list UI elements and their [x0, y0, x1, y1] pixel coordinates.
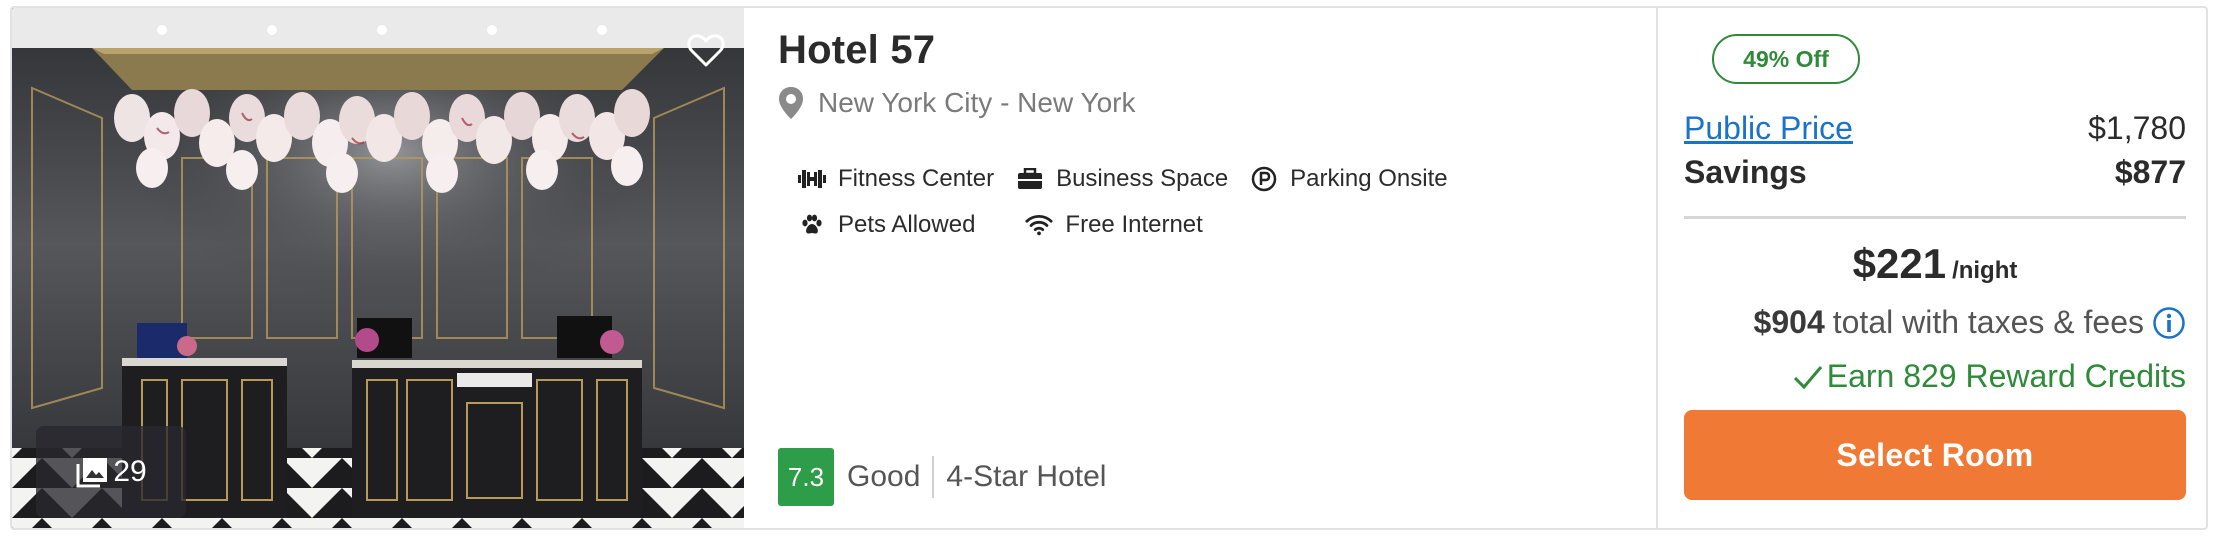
- checkmark-icon: [1793, 365, 1822, 389]
- public-price-link[interactable]: Public Price: [1684, 110, 1853, 147]
- per-night-label: /night: [1952, 257, 2018, 284]
- location-text: New York City - New York: [818, 87, 1136, 118]
- nightly-price: $221/night: [1684, 240, 2186, 288]
- paw-icon: [798, 211, 826, 239]
- amenity-label: Parking Onsite: [1290, 165, 1448, 192]
- reward-text: Earn 829 Reward Credits: [1826, 358, 2186, 394]
- star-class: 4-Star Hotel: [946, 460, 1107, 493]
- price-divider: [1684, 216, 2186, 219]
- savings-row: Savings $877: [1684, 154, 2186, 191]
- price-panel: 49% Off Public Price $1,780 Savings $877…: [1656, 8, 2206, 528]
- amenity-label: Business Space: [1056, 165, 1229, 192]
- hotel-photo[interactable]: 29: [12, 8, 744, 528]
- photos-icon: [76, 458, 108, 488]
- total-price: $904 total with taxes & fees: [1684, 304, 2186, 341]
- favorite-button[interactable]: [684, 28, 728, 72]
- amenity-parking-onsite: Parking Onsite: [1250, 165, 1448, 193]
- nightly-amount: $221: [1852, 240, 1947, 287]
- photo-count: 29: [113, 455, 147, 488]
- briefcase-icon: [1016, 165, 1044, 193]
- amenity-label: Fitness Center: [838, 165, 995, 192]
- amenity-free-internet: Free Internet: [1025, 211, 1203, 239]
- hotel-info: Hotel 57 New York City - New York Fitnes…: [744, 8, 1668, 528]
- parking-icon: [1250, 165, 1278, 193]
- amenity-label: Pets Allowed: [838, 211, 976, 238]
- amenity-pets-allowed: Pets Allowed: [798, 211, 975, 239]
- savings-value: $877: [2114, 154, 2186, 190]
- amenity-label: Free Internet: [1065, 211, 1203, 238]
- hotel-name[interactable]: Hotel 57: [778, 28, 935, 73]
- photo-gallery-button[interactable]: 29: [36, 426, 186, 518]
- hotel-rating: 7.3 Good 4-Star Hotel: [778, 448, 1106, 506]
- info-icon[interactable]: [2152, 306, 2186, 340]
- select-room-button[interactable]: Select Room: [1684, 410, 2186, 500]
- reward-credits: Earn 829 Reward Credits: [1684, 358, 2186, 395]
- amenities-row: Fitness Center Business Space Parking On…: [798, 156, 1618, 202]
- amenity-fitness-center: Fitness Center: [798, 165, 994, 193]
- hotel-card[interactable]: 29 Hotel 57 New York City - New York Fit…: [10, 6, 2208, 530]
- amenities-row: Pets Allowed Free Internet: [798, 202, 1618, 248]
- heart-icon: [687, 34, 725, 67]
- total-text: total with taxes & fees: [1832, 304, 2144, 340]
- amenities-list: Fitness Center Business Space Parking On…: [798, 156, 1618, 248]
- discount-badge: 49% Off: [1712, 34, 1860, 84]
- hotel-location: New York City - New York: [778, 86, 1135, 120]
- rating-word: Good: [847, 456, 935, 498]
- total-amount: $904: [1753, 304, 1825, 340]
- wifi-icon: [1025, 211, 1053, 239]
- location-pin-icon: [779, 87, 803, 119]
- dumbbell-icon: [798, 165, 826, 193]
- public-price-value: $1,780: [2088, 110, 2186, 146]
- amenity-business-space: Business Space: [1016, 165, 1228, 193]
- public-price-row: Public Price $1,780: [1684, 110, 2186, 147]
- savings-label: Savings: [1684, 154, 1807, 190]
- rating-score-badge: 7.3: [778, 448, 834, 506]
